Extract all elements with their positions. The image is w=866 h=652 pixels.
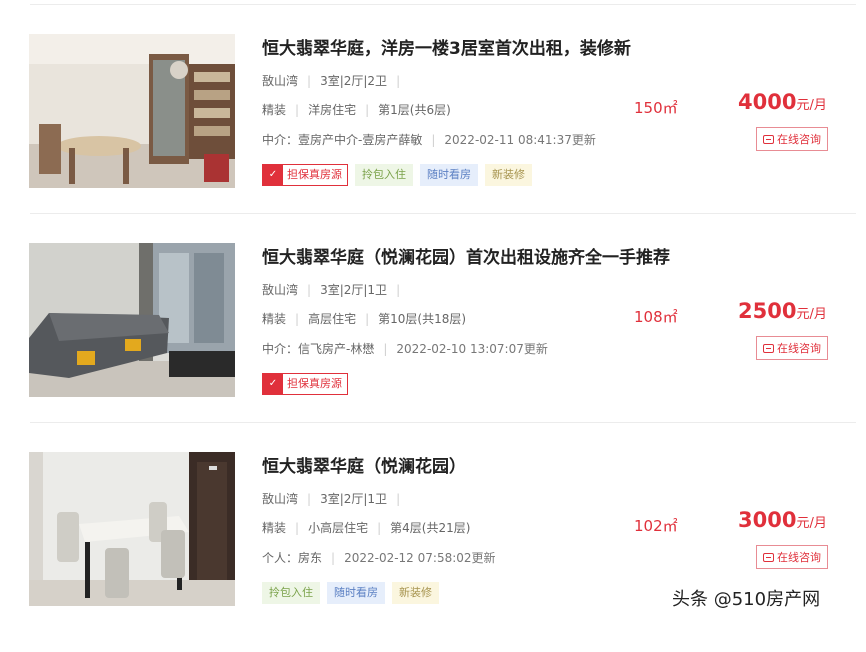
- listing-tags: ✓ 担保真房源 拎包入住 随时看房 新装修: [262, 164, 532, 186]
- listing-agent-info: 中介：信飞房产-林懋 | 2022-02-10 13:07:07更新: [262, 342, 548, 356]
- tag-viewing-anytime: 随时看房: [420, 164, 478, 186]
- house-type: 高层住宅: [308, 312, 357, 326]
- agent-prefix: 中介：: [262, 342, 299, 356]
- update-time: 2022-02-12 07:58:02更新: [344, 551, 496, 565]
- listing-price: 4000元/月: [738, 90, 827, 114]
- listing-title[interactable]: 恒大翡翠华庭（悦澜花园）首次出租设施齐全一手推荐: [262, 243, 670, 268]
- listing-price: 3000元/月: [738, 508, 827, 532]
- listing-divider: [30, 422, 856, 423]
- price-unit: 元/月: [796, 307, 827, 322]
- agent-prefix: 中介：: [262, 133, 299, 147]
- listing-agent-info: 个人：房东 | 2022-02-12 07:58:02更新: [262, 551, 496, 565]
- tag-move-in-ready: 拎包入住: [262, 582, 320, 604]
- listing-details: 精装 | 洋房住宅 | 第1层(共6层): [262, 103, 451, 117]
- verified-listing-tag: ✓ 担保真房源: [262, 164, 348, 186]
- agent-name[interactable]: 壹房产中介-壹房产薛敏: [298, 133, 422, 147]
- tag-newly-renovated: 新装修: [485, 164, 532, 186]
- listing-card[interactable]: 恒大翡翠华庭，洋房一楼3居室首次出租，装修新 敔山湾 | 3室|2厅|2卫 | 精装 |…: [0, 34, 866, 234]
- verified-listing-tag: ✓ 担保真房源: [262, 373, 348, 395]
- listing-card[interactable]: 恒大翡翠华庭（悦澜花园）首次出租设施齐全一手推荐 敔山湾 | 3室|2厅|1卫 | 精…: [0, 243, 866, 443]
- top-divider: [30, 4, 856, 5]
- room-layout: 3室|2厅|1卫: [320, 283, 388, 297]
- online-consult-button[interactable]: 在线咨询: [756, 336, 828, 360]
- consult-label: 在线咨询: [777, 551, 821, 564]
- listing-location-layout: 敔山湾 | 3室|2厅|1卫 |: [262, 283, 401, 297]
- tag-newly-renovated: 新装修: [392, 582, 439, 604]
- house-type: 洋房住宅: [308, 103, 357, 117]
- price-unit: 元/月: [796, 98, 827, 113]
- listing-divider: [30, 213, 856, 214]
- floor-info: 第10层(共18层): [378, 312, 467, 326]
- consult-label: 在线咨询: [777, 133, 821, 146]
- listing-card[interactable]: 恒大翡翠华庭（悦澜花园） 敔山湾 | 3室|2厅|1卫 | 精装 | 小高层住宅 | 第4层(…: [0, 452, 866, 652]
- shield-check-icon: ✓: [263, 165, 283, 185]
- chat-icon: [763, 343, 774, 353]
- tag-viewing-anytime: 随时看房: [327, 582, 385, 604]
- listing-price: 2500元/月: [738, 299, 827, 323]
- tag-move-in-ready: 拎包入住: [355, 164, 413, 186]
- decoration: 精装: [262, 312, 287, 326]
- listing-details: 精装 | 高层住宅 | 第10层(共18层): [262, 312, 467, 326]
- floor-info: 第4层(共21层): [390, 521, 471, 535]
- online-consult-button[interactable]: 在线咨询: [756, 545, 828, 569]
- listing-title[interactable]: 恒大翡翠华庭（悦澜花园）: [262, 452, 466, 477]
- listing-details: 精装 | 小高层住宅 | 第4层(共21层): [262, 521, 471, 535]
- listing-title[interactable]: 恒大翡翠华庭，洋房一楼3居室首次出租，装修新: [262, 34, 631, 59]
- district[interactable]: 敔山湾: [262, 283, 298, 297]
- listing-photo[interactable]: [29, 243, 235, 397]
- floor-info: 第1层(共6层): [378, 103, 451, 117]
- chat-icon: [763, 134, 774, 144]
- update-time: 2022-02-10 13:07:07更新: [396, 342, 548, 356]
- agent-name[interactable]: 房东: [298, 551, 322, 565]
- price-value: 2500: [738, 299, 797, 323]
- online-consult-button[interactable]: 在线咨询: [756, 127, 828, 151]
- listing-location-layout: 敔山湾 | 3室|2厅|1卫 |: [262, 492, 401, 506]
- listing-area: 150㎡: [634, 99, 678, 117]
- consult-label: 在线咨询: [777, 342, 821, 355]
- update-time: 2022-02-11 08:41:37更新: [444, 133, 596, 147]
- chat-icon: [763, 552, 774, 562]
- decoration: 精装: [262, 521, 287, 535]
- watermark-text: 头条 @510房产网: [672, 589, 821, 610]
- listing-tags: ✓ 担保真房源: [262, 373, 348, 395]
- listing-tags: 拎包入住 随时看房 新装修: [262, 582, 439, 604]
- listing-area: 108㎡: [634, 308, 678, 326]
- listing-location-layout: 敔山湾 | 3室|2厅|2卫 |: [262, 74, 401, 88]
- house-type: 小高层住宅: [308, 521, 369, 535]
- price-value: 4000: [738, 90, 797, 114]
- district[interactable]: 敔山湾: [262, 492, 298, 506]
- shield-check-icon: ✓: [263, 374, 283, 394]
- listing-photo[interactable]: [29, 452, 235, 606]
- listing-area: 102㎡: [634, 517, 678, 535]
- decoration: 精装: [262, 103, 287, 117]
- agent-prefix: 个人：: [262, 551, 299, 565]
- room-layout: 3室|2厅|2卫: [320, 74, 388, 88]
- price-value: 3000: [738, 508, 797, 532]
- room-layout: 3室|2厅|1卫: [320, 492, 388, 506]
- district[interactable]: 敔山湾: [262, 74, 298, 88]
- agent-name[interactable]: 信飞房产-林懋: [298, 342, 374, 356]
- price-unit: 元/月: [796, 516, 827, 531]
- listing-agent-info: 中介：壹房产中介-壹房产薛敏 | 2022-02-11 08:41:37更新: [262, 133, 596, 147]
- listing-photo[interactable]: [29, 34, 235, 188]
